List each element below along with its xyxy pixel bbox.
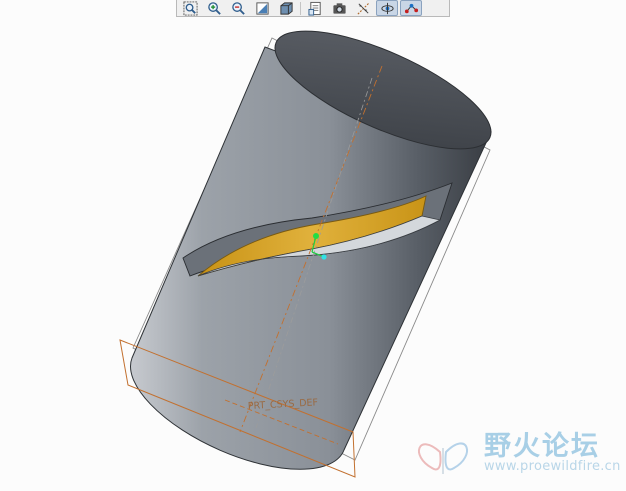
view-toolbar: * * [176, 0, 450, 17]
graphics-viewport[interactable]: PRT_CSYS_DEF [0, 17, 626, 491]
refit-button[interactable] [251, 0, 273, 16]
csys-axis-handle[interactable] [321, 254, 327, 260]
shading-icon [279, 1, 293, 15]
spin-center-icon [380, 2, 394, 14]
zoom-window-button[interactable] [179, 0, 201, 16]
saved-views-icon [307, 1, 321, 16]
toolbar-separator [300, 1, 301, 15]
zoom-in-icon [207, 1, 221, 15]
datum-points-button[interactable] [400, 0, 422, 16]
zoom-out-button[interactable] [227, 0, 249, 16]
view-manager-button[interactable] [328, 0, 350, 16]
camera-icon [332, 2, 346, 14]
csys-origin-handle[interactable] [313, 233, 319, 239]
shading-button[interactable] [275, 0, 297, 16]
zoom-in-button[interactable] [203, 0, 225, 16]
datum-points-icon [404, 3, 418, 13]
watermark-logo-icon [418, 442, 469, 474]
saved-views-button[interactable] [304, 0, 326, 16]
zoom-window-icon [182, 0, 198, 16]
refit-icon [255, 1, 269, 15]
zoom-out-icon [231, 1, 245, 15]
svg-text:*: * [364, 9, 367, 15]
svg-text:*: * [358, 4, 361, 10]
datum-display-icon: ** [356, 1, 370, 15]
watermark-url: www.proewildfire.cn [484, 459, 621, 474]
datum-display-button[interactable]: * * [352, 0, 374, 16]
spin-center-button[interactable] [376, 0, 398, 16]
watermark-title: 野火论坛 [484, 431, 600, 462]
